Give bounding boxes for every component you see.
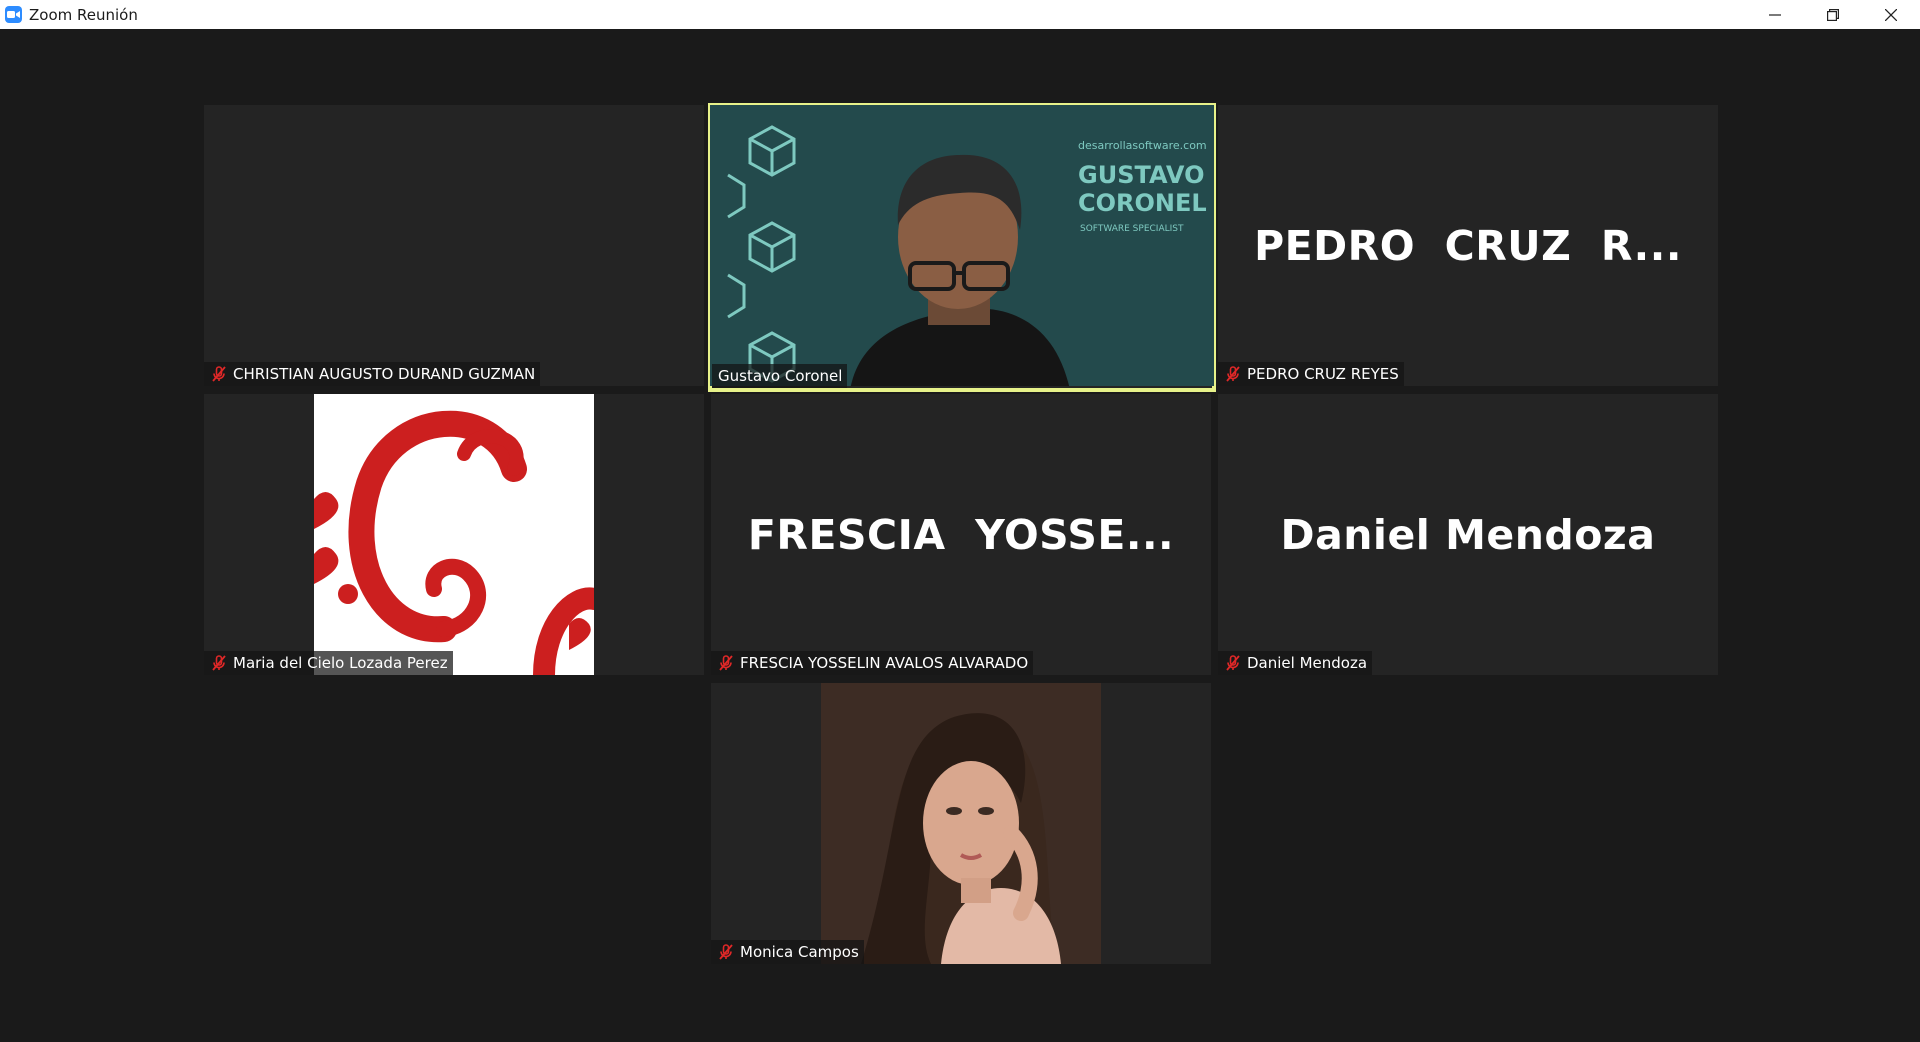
participant-tile[interactable]: CHRISTIAN AUGUSTO DURAND GUZMAN bbox=[204, 105, 704, 386]
participant-name-tag: Daniel Mendoza bbox=[1218, 651, 1373, 675]
background-title-line1: GUSTAVO bbox=[1078, 161, 1204, 189]
video-frame-graphic: desarrollasoftware.com GUSTAVO CORONEL S… bbox=[710, 105, 1214, 386]
restore-button[interactable] bbox=[1804, 0, 1862, 29]
participant-name-tag: Maria del Cielo Lozada Perez bbox=[204, 651, 453, 675]
participant-tile[interactable]: Daniel Mendoza Daniel Mendoza bbox=[1218, 394, 1718, 675]
participant-name: Gustavo Coronel bbox=[718, 367, 843, 385]
participant-name: CHRISTIAN AUGUSTO DURAND GUZMAN bbox=[233, 365, 536, 383]
background-title-line2: CORONEL bbox=[1078, 189, 1207, 217]
participant-name-tag: CHRISTIAN AUGUSTO DURAND GUZMAN bbox=[204, 362, 541, 386]
participant-display-name: Daniel Mendoza bbox=[1280, 510, 1656, 559]
participant-name: FRESCIA YOSSELIN AVALOS ALVARADO bbox=[740, 654, 1029, 672]
participant-display-name: FRESCIA YOSSE... bbox=[747, 510, 1175, 559]
muted-mic-icon bbox=[1224, 365, 1242, 383]
participant-display-name: PEDRO CRUZ R... bbox=[1254, 221, 1682, 270]
participant-name-tag: PEDRO CRUZ REYES bbox=[1218, 362, 1404, 386]
participant-name-tag: Monica Campos bbox=[711, 940, 864, 964]
muted-mic-icon bbox=[210, 654, 228, 672]
muted-mic-icon bbox=[210, 365, 228, 383]
close-icon bbox=[1885, 8, 1897, 21]
participant-profile-picture bbox=[821, 683, 1101, 964]
participant-tile[interactable]: Maria del Cielo Lozada Perez bbox=[204, 394, 704, 675]
muted-mic-icon bbox=[717, 654, 735, 672]
participant-profile-picture bbox=[314, 394, 594, 675]
muted-mic-icon bbox=[717, 943, 735, 961]
participant-name-tag: FRESCIA YOSSELIN AVALOS ALVARADO bbox=[711, 651, 1034, 675]
letter-c-logo-graphic bbox=[314, 394, 594, 675]
background-site-text: desarrollasoftware.com bbox=[1078, 139, 1207, 152]
background-title-line3: SOFTWARE SPECIALIST bbox=[1080, 224, 1184, 234]
participant-name: Maria del Cielo Lozada Perez bbox=[233, 654, 448, 672]
minimize-icon bbox=[1769, 13, 1781, 16]
minimize-button[interactable] bbox=[1746, 0, 1804, 29]
participant-name: PEDRO CRUZ REYES bbox=[1247, 365, 1399, 383]
portrait-photo-graphic bbox=[821, 683, 1101, 964]
muted-mic-icon bbox=[1224, 654, 1242, 672]
participant-name-tag: Gustavo Coronel bbox=[712, 364, 848, 388]
zoom-app-icon bbox=[5, 6, 22, 23]
participant-tile[interactable]: Monica Campos bbox=[711, 683, 1211, 964]
restore-icon bbox=[1827, 8, 1839, 21]
participant-tile-active-speaker[interactable]: desarrollasoftware.com GUSTAVO CORONEL S… bbox=[708, 103, 1216, 392]
participant-video: desarrollasoftware.com GUSTAVO CORONEL S… bbox=[710, 105, 1214, 386]
window-controls bbox=[1746, 0, 1920, 29]
gallery-view: CHRISTIAN AUGUSTO DURAND GUZMAN desarrol… bbox=[0, 29, 1920, 1042]
participant-tile[interactable]: FRESCIA YOSSE... FRESCIA YOSSELIN AVALOS… bbox=[711, 394, 1211, 675]
title-bar: Zoom Reunión bbox=[0, 0, 1920, 29]
close-button[interactable] bbox=[1862, 0, 1920, 29]
participant-tile[interactable]: PEDRO CRUZ R... PEDRO CRUZ REYES bbox=[1218, 105, 1718, 386]
window-title: Zoom Reunión bbox=[29, 5, 138, 24]
participant-name: Daniel Mendoza bbox=[1247, 654, 1368, 672]
participant-name: Monica Campos bbox=[740, 943, 859, 961]
